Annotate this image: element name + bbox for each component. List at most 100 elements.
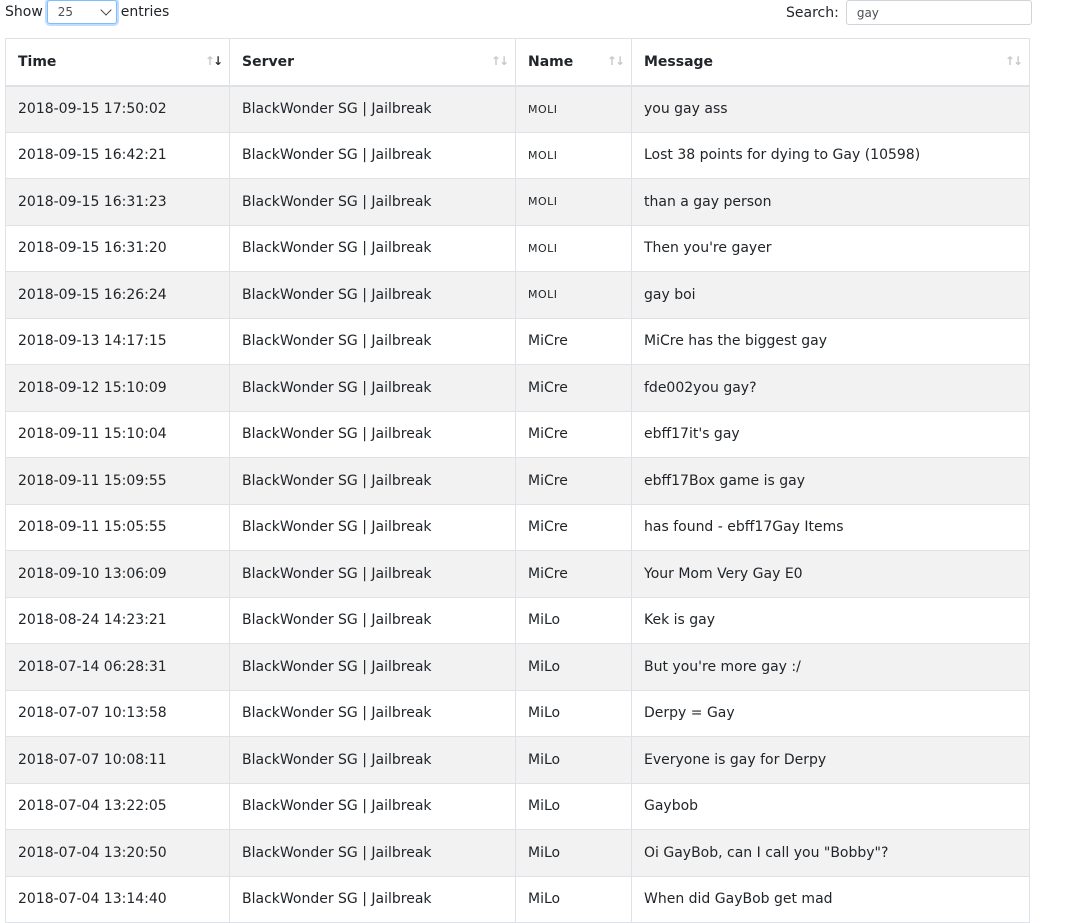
column-header-label: Time	[18, 53, 57, 70]
sort-icon: ↑↓	[606, 54, 625, 68]
table-row: 2018-08-24 14:23:21 BlackWonder SG | Jail…	[5, 596, 1030, 644]
table-row: 2018-09-15 16:31:20 BlackWonder SG | Jail…	[5, 224, 1030, 272]
cell-message: Your Mom Very Gay E0	[631, 550, 1030, 598]
cell-name: MiLo	[515, 782, 632, 830]
cell-server: BlackWonder SG | Jailbreak	[229, 364, 516, 412]
show-label: Show	[5, 4, 43, 20]
search-input[interactable]	[845, 0, 1032, 25]
cell-name: MOLI	[515, 224, 632, 272]
cell-server: BlackWonder SG | Jailbreak	[229, 689, 516, 737]
cell-message: Kek is gay	[631, 596, 1030, 644]
results-table-container: Time ↑↓ Server ↑↓ Name ↑↓ Message ↑↓ 201…	[5, 38, 1030, 923]
table-row: 2018-09-11 15:05:55 BlackWonder SG | Jail…	[5, 503, 1030, 551]
cell-server: BlackWonder SG | Jailbreak	[229, 317, 516, 365]
cell-message: you gay ass	[631, 85, 1030, 133]
cell-server: BlackWonder SG | Jailbreak	[229, 503, 516, 551]
cell-name: MiCre	[515, 364, 632, 412]
column-header-message[interactable]: Message ↑↓	[631, 38, 1030, 87]
cell-name: MOLI	[515, 271, 632, 319]
cell-time: 2018-09-15 16:31:20	[5, 224, 230, 272]
table-row: 2018-07-04 13:22:05 BlackWonder SG | Jail…	[5, 782, 1030, 830]
chevron-down-icon	[100, 4, 112, 16]
column-header-server[interactable]: Server ↑↓	[229, 38, 516, 87]
page-length-select[interactable]: 25	[46, 0, 117, 24]
cell-message: Gaybob	[631, 782, 1030, 830]
cell-time: 2018-09-13 14:17:15	[5, 317, 230, 365]
cell-time: 2018-07-07 10:08:11	[5, 736, 230, 784]
table-header-row: Time ↑↓ Server ↑↓ Name ↑↓ Message ↑↓	[5, 38, 1030, 87]
table-row: 2018-07-04 13:14:40 BlackWonder SG | Jail…	[5, 875, 1030, 923]
sort-icon: ↑↓	[490, 54, 509, 68]
cell-name: MOLI	[515, 131, 632, 179]
table-row: 2018-09-13 14:17:15 BlackWonder SG | Jail…	[5, 317, 1030, 365]
cell-message: Derpy = Gay	[631, 689, 1030, 737]
table-row: 2018-09-15 16:31:23 BlackWonder SG | Jail…	[5, 178, 1030, 226]
cell-server: BlackWonder SG | Jailbreak	[229, 178, 516, 226]
sort-descending-icon: ↑↓	[204, 54, 223, 68]
search-label: Search:	[786, 4, 839, 21]
column-header-label: Message	[644, 53, 714, 70]
cell-server: BlackWonder SG | Jailbreak	[229, 782, 516, 830]
cell-time: 2018-09-10 13:06:09	[5, 550, 230, 598]
cell-server: BlackWonder SG | Jailbreak	[229, 271, 516, 319]
cell-server: BlackWonder SG | Jailbreak	[229, 643, 516, 691]
table-row: 2018-09-15 16:26:24 BlackWonder SG | Jail…	[5, 271, 1030, 319]
table-row: 2018-07-04 13:20:50 BlackWonder SG | Jail…	[5, 829, 1030, 877]
cell-name: MiCre	[515, 550, 632, 598]
table-row: 2018-09-15 16:42:21 BlackWonder SG | Jail…	[5, 131, 1030, 179]
table-row: 2018-07-07 10:13:58 BlackWonder SG | Jail…	[5, 689, 1030, 737]
cell-time: 2018-07-04 13:14:40	[5, 875, 230, 923]
cell-server: BlackWonder SG | Jailbreak	[229, 410, 516, 458]
cell-time: 2018-09-15 16:26:24	[5, 271, 230, 319]
page-length-value: 25	[57, 5, 74, 19]
column-header-time[interactable]: Time ↑↓	[5, 38, 230, 87]
cell-time: 2018-09-11 15:10:04	[5, 410, 230, 458]
cell-name: MiCre	[515, 503, 632, 551]
cell-time: 2018-07-14 06:28:31	[5, 643, 230, 691]
entries-label: entries	[120, 4, 170, 20]
cell-message: But you're more gay :/	[631, 643, 1030, 691]
column-header-label: Server	[242, 53, 295, 70]
cell-time: 2018-09-15 16:42:21	[5, 131, 230, 179]
cell-message: fde002you gay?	[631, 364, 1030, 412]
cell-server: BlackWonder SG | Jailbreak	[229, 224, 516, 272]
cell-time: 2018-07-04 13:22:05	[5, 782, 230, 830]
results-table: Time ↑↓ Server ↑↓ Name ↑↓ Message ↑↓ 201…	[5, 38, 1030, 923]
table-row: 2018-09-11 15:10:04 BlackWonder SG | Jail…	[5, 410, 1030, 458]
cell-message: ebff17it's gay	[631, 410, 1030, 458]
cell-message: gay boi	[631, 271, 1030, 319]
cell-server: BlackWonder SG | Jailbreak	[229, 596, 516, 644]
cell-time: 2018-09-15 17:50:02	[5, 85, 230, 133]
cell-message: than a gay person	[631, 178, 1030, 226]
cell-name: MOLI	[515, 178, 632, 226]
cell-message: MiCre has the biggest gay	[631, 317, 1030, 365]
cell-name: MiCre	[515, 410, 632, 458]
cell-name: MiLo	[515, 875, 632, 923]
cell-message: When did GayBob get mad	[631, 875, 1030, 923]
cell-server: BlackWonder SG | Jailbreak	[229, 736, 516, 784]
table-row: 2018-07-14 06:28:31 BlackWonder SG | Jail…	[5, 643, 1030, 691]
cell-server: BlackWonder SG | Jailbreak	[229, 457, 516, 505]
table-body: 2018-09-15 17:50:02 BlackWonder SG | Jail…	[5, 85, 1030, 923]
column-header-label: Name	[528, 53, 574, 70]
cell-message: Then you're gayer	[631, 224, 1030, 272]
table-row: 2018-09-15 17:50:02 BlackWonder SG | Jail…	[5, 85, 1030, 133]
cell-time: 2018-07-04 13:20:50	[5, 829, 230, 877]
cell-message: ebff17Box game is gay	[631, 457, 1030, 505]
cell-message: Everyone is gay for Derpy	[631, 736, 1030, 784]
column-header-name[interactable]: Name ↑↓	[515, 38, 632, 87]
cell-name: MiCre	[515, 317, 632, 365]
cell-time: 2018-08-24 14:23:21	[5, 596, 230, 644]
table-row: 2018-09-11 15:09:55 BlackWonder SG | Jail…	[5, 457, 1030, 505]
cell-server: BlackWonder SG | Jailbreak	[229, 131, 516, 179]
cell-name: MiLo	[515, 596, 632, 644]
cell-message: Oi GayBob, can I call you "Bobby"?	[631, 829, 1030, 877]
cell-server: BlackWonder SG | Jailbreak	[229, 875, 516, 923]
cell-time: 2018-09-15 16:31:23	[5, 178, 230, 226]
table-row: 2018-09-12 15:10:09 BlackWonder SG | Jail…	[5, 364, 1030, 412]
cell-time: 2018-09-11 15:05:55	[5, 503, 230, 551]
cell-name: MOLI	[515, 85, 632, 133]
length-control: Show 25 entries	[5, 0, 169, 24]
cell-name: MiLo	[515, 643, 632, 691]
table-row: 2018-09-10 13:06:09 BlackWonder SG | Jail…	[5, 550, 1030, 598]
